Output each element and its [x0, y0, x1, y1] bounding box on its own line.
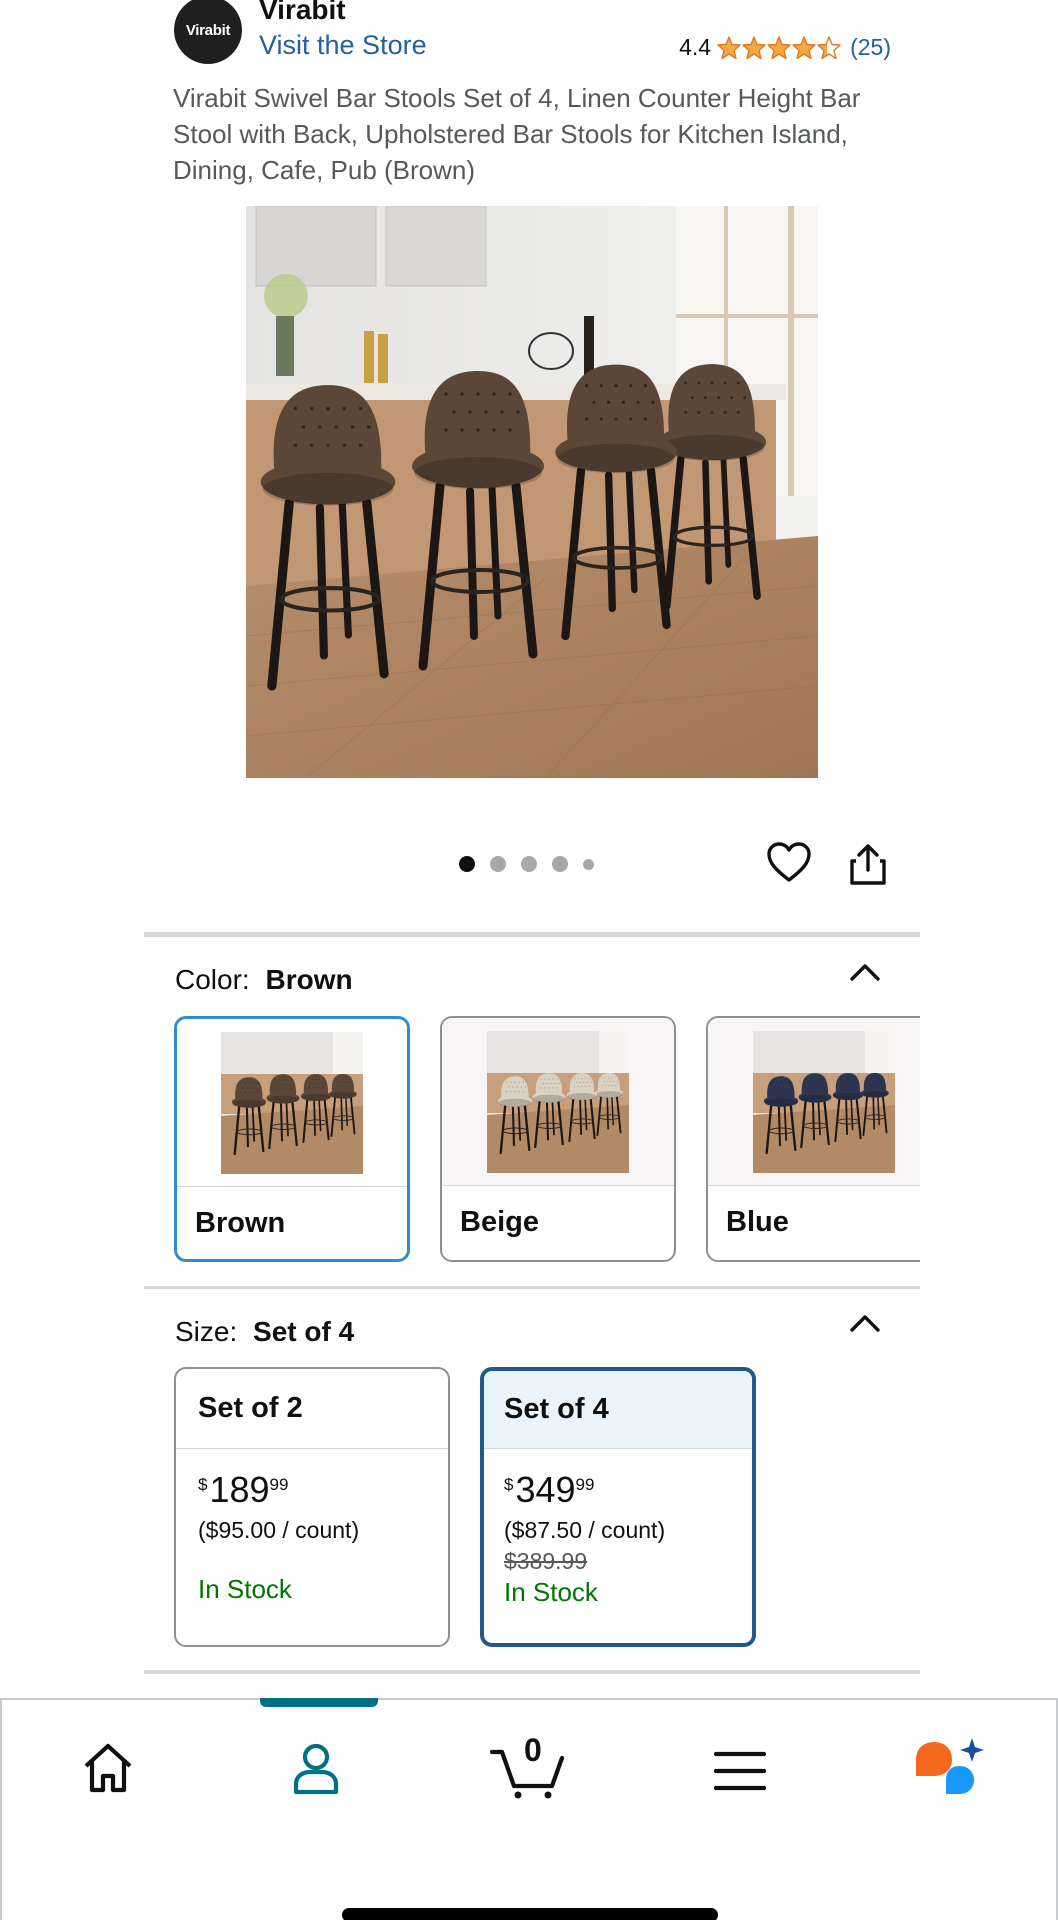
bottom-nav-bar: 0: [0, 1698, 1058, 1920]
pager-dot[interactable]: [521, 856, 537, 872]
star-icon: [742, 35, 766, 59]
price-currency: $: [504, 1475, 514, 1494]
account-icon[interactable]: [290, 1742, 342, 1796]
star-icon: [717, 35, 741, 59]
list-price: $389.99: [504, 1548, 588, 1574]
unit-price: ($87.50 / count): [504, 1517, 666, 1543]
chevron-up-icon[interactable]: [849, 1313, 881, 1333]
visit-store-link[interactable]: Visit the Store: [259, 30, 427, 61]
pager-dot[interactable]: [459, 856, 475, 872]
pager-dot[interactable]: [583, 858, 594, 870]
size-label: Size: Set of 4: [175, 1316, 354, 1348]
brand-logo[interactable]: Virabit: [174, 0, 242, 64]
section-divider: [144, 932, 920, 937]
product-title: Virabit Swivel Bar Stools Set of 4, Line…: [173, 83, 861, 185]
price: $ 189 99: [198, 1471, 448, 1509]
stock-status: In Stock: [504, 1577, 598, 1607]
heart-icon[interactable]: [766, 842, 812, 884]
star-rating: [717, 35, 842, 60]
rating-summary[interactable]: 4.4 (25): [679, 34, 891, 61]
size-option-label: Set of 2: [176, 1369, 448, 1449]
color-option-label: Brown: [195, 1207, 286, 1239]
price-fraction: 99: [269, 1475, 289, 1494]
price-fraction: 99: [575, 1475, 595, 1494]
color-options: Brown Beige Blue: [174, 1016, 920, 1262]
home-icon[interactable]: [82, 1742, 134, 1794]
size-label-value: Set of 4: [253, 1316, 355, 1347]
size-label-key: Size:: [175, 1316, 238, 1347]
section-divider: [144, 1286, 920, 1289]
color-option-beige[interactable]: Beige: [440, 1016, 676, 1262]
rating-count-link[interactable]: (25): [850, 34, 891, 61]
color-option-label: Beige: [460, 1206, 539, 1238]
brand-name: Virabit: [259, 0, 346, 25]
star-icon: [817, 35, 841, 59]
swatch-image: [487, 1030, 629, 1173]
price-whole: 349: [515, 1469, 576, 1510]
stock-status: In Stock: [198, 1574, 292, 1604]
section-divider: [144, 1670, 920, 1674]
product-main-image[interactable]: [246, 206, 818, 778]
size-option-set-of-2[interactable]: Set of 2 $ 189 99 ($95.00 / count) In St…: [174, 1367, 450, 1647]
size-option-set-of-4[interactable]: Set of 4 $ 349 99 ($87.50 / count) $389.…: [480, 1367, 756, 1647]
menu-icon[interactable]: [714, 1750, 766, 1792]
color-option-blue[interactable]: Blue: [706, 1016, 920, 1262]
chevron-up-icon[interactable]: [849, 962, 881, 982]
swatch-image: [221, 1031, 363, 1174]
rating-value: 4.4: [679, 34, 712, 60]
price-whole: 189: [209, 1469, 270, 1510]
size-option-label: Set of 4: [484, 1371, 752, 1449]
pager-dot[interactable]: [552, 856, 568, 872]
image-pager-dots[interactable]: [459, 856, 609, 872]
home-indicator: [342, 1908, 718, 1920]
color-label-value: Brown: [265, 964, 353, 995]
brand-logo-text: Virabit: [185, 21, 231, 39]
star-icon: [767, 35, 791, 59]
color-option-label: Blue: [726, 1206, 789, 1238]
color-option-brown[interactable]: Brown: [174, 1016, 410, 1262]
swatch-image: [753, 1030, 895, 1173]
cart-count: 0: [524, 1732, 542, 1768]
rufus-assistant-icon[interactable]: [912, 1736, 986, 1798]
active-tab-indicator: [260, 1698, 378, 1707]
share-icon[interactable]: [848, 844, 888, 886]
price: $ 349 99: [504, 1471, 752, 1509]
color-label-key: Color:: [175, 964, 250, 995]
price-currency: $: [198, 1475, 208, 1494]
star-icon: [792, 35, 816, 59]
pager-dot[interactable]: [490, 856, 506, 872]
unit-price: ($95.00 / count): [198, 1517, 360, 1543]
color-label: Color: Brown: [175, 964, 353, 996]
bar-stools-photo: [246, 206, 818, 778]
